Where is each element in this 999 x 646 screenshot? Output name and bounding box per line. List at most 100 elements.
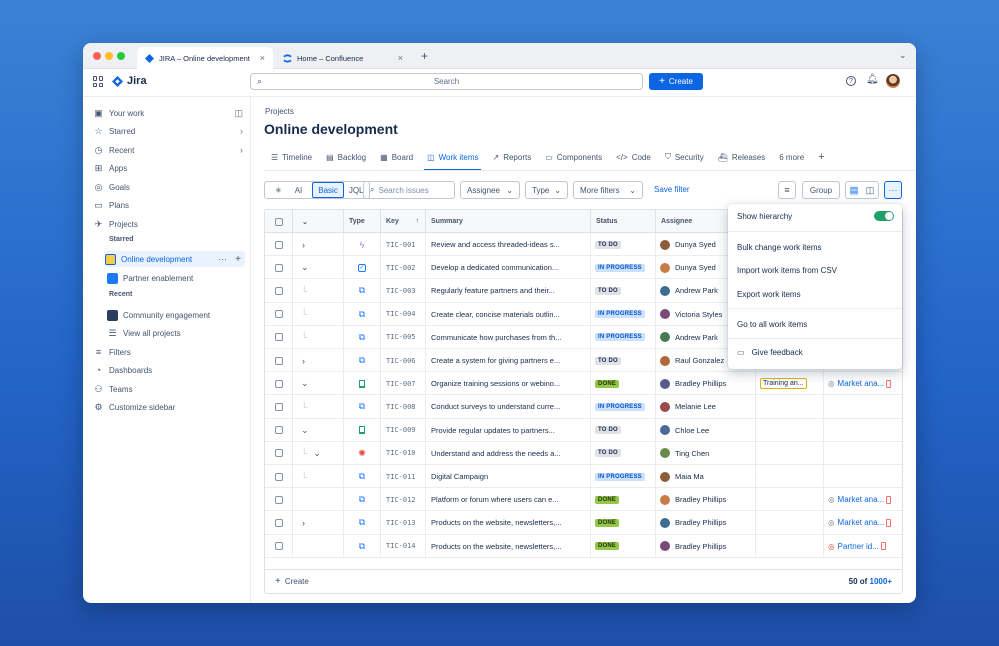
- tab-security[interactable]: ⛉ Security: [658, 144, 711, 170]
- linked-goal[interactable]: Market ana...: [838, 518, 885, 527]
- create-button[interactable]: + Create: [649, 73, 703, 90]
- tab-components[interactable]: ▭ Components: [538, 144, 609, 170]
- browser-tab-jira[interactable]: JIRA – Online development ×: [137, 47, 273, 69]
- row-status-cell[interactable]: DONE: [591, 511, 656, 535]
- row-summary[interactable]: Digital Campaign: [426, 465, 591, 488]
- type-filter[interactable]: Type ⌄: [525, 181, 568, 199]
- row-key[interactable]: TIC-008: [381, 395, 426, 419]
- row-key[interactable]: TIC-004: [381, 302, 426, 326]
- row-summary[interactable]: Products on the website, newsletters,...: [426, 511, 591, 535]
- sidebar-item-apps[interactable]: ⊞ Apps: [93, 160, 243, 176]
- row-summary[interactable]: Create a system for giving partners e...: [426, 349, 591, 372]
- sidebar-item-your-work[interactable]: ▣ Your work ◫: [93, 105, 243, 121]
- collapse-sidebar-icon[interactable]: ◫: [234, 108, 243, 119]
- more-actions-icon[interactable]: ···: [218, 254, 227, 264]
- expand-chevron-right-icon[interactable]: ›: [302, 240, 305, 250]
- collapse-chevron-down-icon[interactable]: ⌄: [301, 425, 309, 436]
- sidebar-item-goals[interactable]: ◎ Goals: [93, 179, 243, 195]
- row-status-cell[interactable]: IN PROGRESS: [591, 395, 656, 419]
- user-avatar[interactable]: [886, 74, 900, 88]
- table-row[interactable]: └ ⌄ ✺ TIC-010 Understand and address the nee…: [265, 441, 902, 465]
- list-view-icon[interactable]: ▤: [849, 184, 859, 196]
- tab-backlog[interactable]: ▤ Backlog: [319, 144, 373, 170]
- row-status-cell[interactable]: TO DO: [591, 349, 656, 372]
- sidebar-item-filters[interactable]: ≡ Filters: [93, 344, 243, 360]
- detail-view-icon[interactable]: ◫: [866, 185, 875, 196]
- table-row[interactable]: ⌄ TIC-007 Organize training sessions or we…: [265, 372, 902, 396]
- new-tab-icon[interactable]: +: [421, 49, 428, 63]
- row-checkbox[interactable]: [274, 356, 283, 365]
- linked-goal[interactable]: Partner id...: [838, 542, 879, 551]
- menu-item-bulk-change[interactable]: Bulk change work items: [737, 243, 821, 252]
- menu-item-go-to-all[interactable]: Go to all work items: [737, 320, 807, 329]
- table-row[interactable]: ⌄ TIC-009 Provide regular updates to partn…: [265, 418, 902, 442]
- row-key[interactable]: TIC-007: [381, 372, 426, 396]
- row-summary[interactable]: Conduct surveys to understand curre...: [426, 395, 591, 419]
- expand-all-icon[interactable]: ⌄: [293, 210, 344, 233]
- row-status-cell[interactable]: DONE: [591, 488, 656, 512]
- row-summary[interactable]: Organize training sessions or webino...: [426, 372, 591, 396]
- tab-timeline[interactable]: ☰ Timeline: [264, 144, 319, 170]
- row-key[interactable]: TIC-002: [381, 256, 426, 280]
- collapse-chevron-down-icon[interactable]: ⌄: [301, 378, 309, 389]
- row-key[interactable]: TIC-010: [381, 441, 426, 465]
- app-switcher-icon[interactable]: [93, 76, 104, 87]
- footer-create-button[interactable]: + Create: [275, 576, 309, 587]
- global-search-input[interactable]: ⌕ Search: [250, 73, 643, 90]
- notifications-bell-icon[interactable]: 🔔︎: [866, 74, 879, 85]
- row-assignee-cell[interactable]: Bradley Phillips: [656, 372, 756, 396]
- tab-more[interactable]: 6 more: [772, 144, 811, 170]
- row-key[interactable]: TIC-003: [381, 279, 426, 303]
- row-assignee-cell[interactable]: Chloe Lee: [656, 418, 756, 442]
- row-assignee-cell[interactable]: Ting Chen: [656, 441, 756, 465]
- sidebar-item-plans[interactable]: ▭ Plans: [93, 197, 243, 213]
- row-key[interactable]: TIC-006: [381, 349, 426, 372]
- row-key[interactable]: TIC-001: [381, 233, 426, 256]
- sidebar-project-community-engagement[interactable]: Community engagement: [107, 307, 257, 323]
- table-row[interactable]: └ ⧉ TIC-011 Digital Campaign IN PROGRESS Maia…: [265, 465, 902, 489]
- column-header-summary[interactable]: Summary: [426, 210, 591, 233]
- sort-icon[interactable]: ≡: [778, 181, 796, 199]
- add-tab-icon[interactable]: +: [811, 144, 831, 170]
- select-all-checkbox[interactable]: [274, 217, 283, 226]
- row-key[interactable]: TIC-011: [381, 465, 426, 488]
- sidebar-item-projects[interactable]: ✈ Projects: [93, 216, 243, 232]
- maximize-window-dot[interactable]: [117, 52, 125, 60]
- more-filters-button[interactable]: More filters ⌄: [573, 181, 643, 199]
- sidebar-item-teams[interactable]: ⚇ Teams: [93, 381, 243, 397]
- row-status-cell[interactable]: TO DO: [591, 418, 656, 442]
- row-checkbox[interactable]: [274, 263, 283, 272]
- browser-tab-confluence[interactable]: Home – Confluence ×: [275, 47, 411, 69]
- row-status-cell[interactable]: TO DO: [591, 233, 656, 256]
- assignee-filter[interactable]: Assignee ⌄: [460, 181, 520, 199]
- column-header-status[interactable]: Status: [591, 210, 656, 233]
- sidebar-item-recent[interactable]: ◷ Recent ›: [93, 142, 243, 158]
- menu-item-give-feedback[interactable]: ▭ Give feedback: [737, 348, 803, 357]
- linked-goal[interactable]: Market ana...: [838, 495, 885, 504]
- linked-goal[interactable]: Market ana...: [838, 379, 885, 388]
- table-row[interactable]: ⧉ TIC-014 Products on the website, newslet…: [265, 534, 902, 558]
- row-checkbox[interactable]: [274, 449, 283, 458]
- row-checkbox[interactable]: [274, 333, 283, 342]
- minimize-window-dot[interactable]: [105, 52, 113, 60]
- tab-board[interactable]: ▦ Board: [373, 144, 420, 170]
- expand-chevron-right-icon[interactable]: ›: [302, 518, 305, 528]
- collapse-chevron-down-icon[interactable]: ⌄: [313, 448, 321, 459]
- row-summary[interactable]: Communicate how purchases from th...: [426, 325, 591, 349]
- row-status-cell[interactable]: DONE: [591, 534, 656, 558]
- row-checkbox[interactable]: [274, 240, 283, 249]
- row-checkbox[interactable]: [274, 472, 283, 481]
- row-status-cell[interactable]: IN PROGRESS: [591, 256, 656, 280]
- table-row[interactable]: └ ⧉ TIC-008 Conduct surveys to understand c…: [265, 395, 902, 419]
- row-status-cell[interactable]: TO DO: [591, 279, 656, 303]
- more-actions-button[interactable]: ···: [884, 181, 902, 199]
- close-tab-icon[interactable]: ×: [260, 53, 265, 63]
- row-status-cell[interactable]: IN PROGRESS: [591, 325, 656, 349]
- label-tag[interactable]: Training an...: [760, 378, 807, 390]
- row-status-cell[interactable]: DONE: [591, 372, 656, 396]
- row-assignee-cell[interactable]: Maia Ma: [656, 465, 756, 488]
- add-icon[interactable]: +: [235, 254, 241, 265]
- row-key[interactable]: TIC-012: [381, 488, 426, 512]
- row-checkbox[interactable]: [274, 402, 283, 411]
- row-checkbox[interactable]: [274, 310, 283, 319]
